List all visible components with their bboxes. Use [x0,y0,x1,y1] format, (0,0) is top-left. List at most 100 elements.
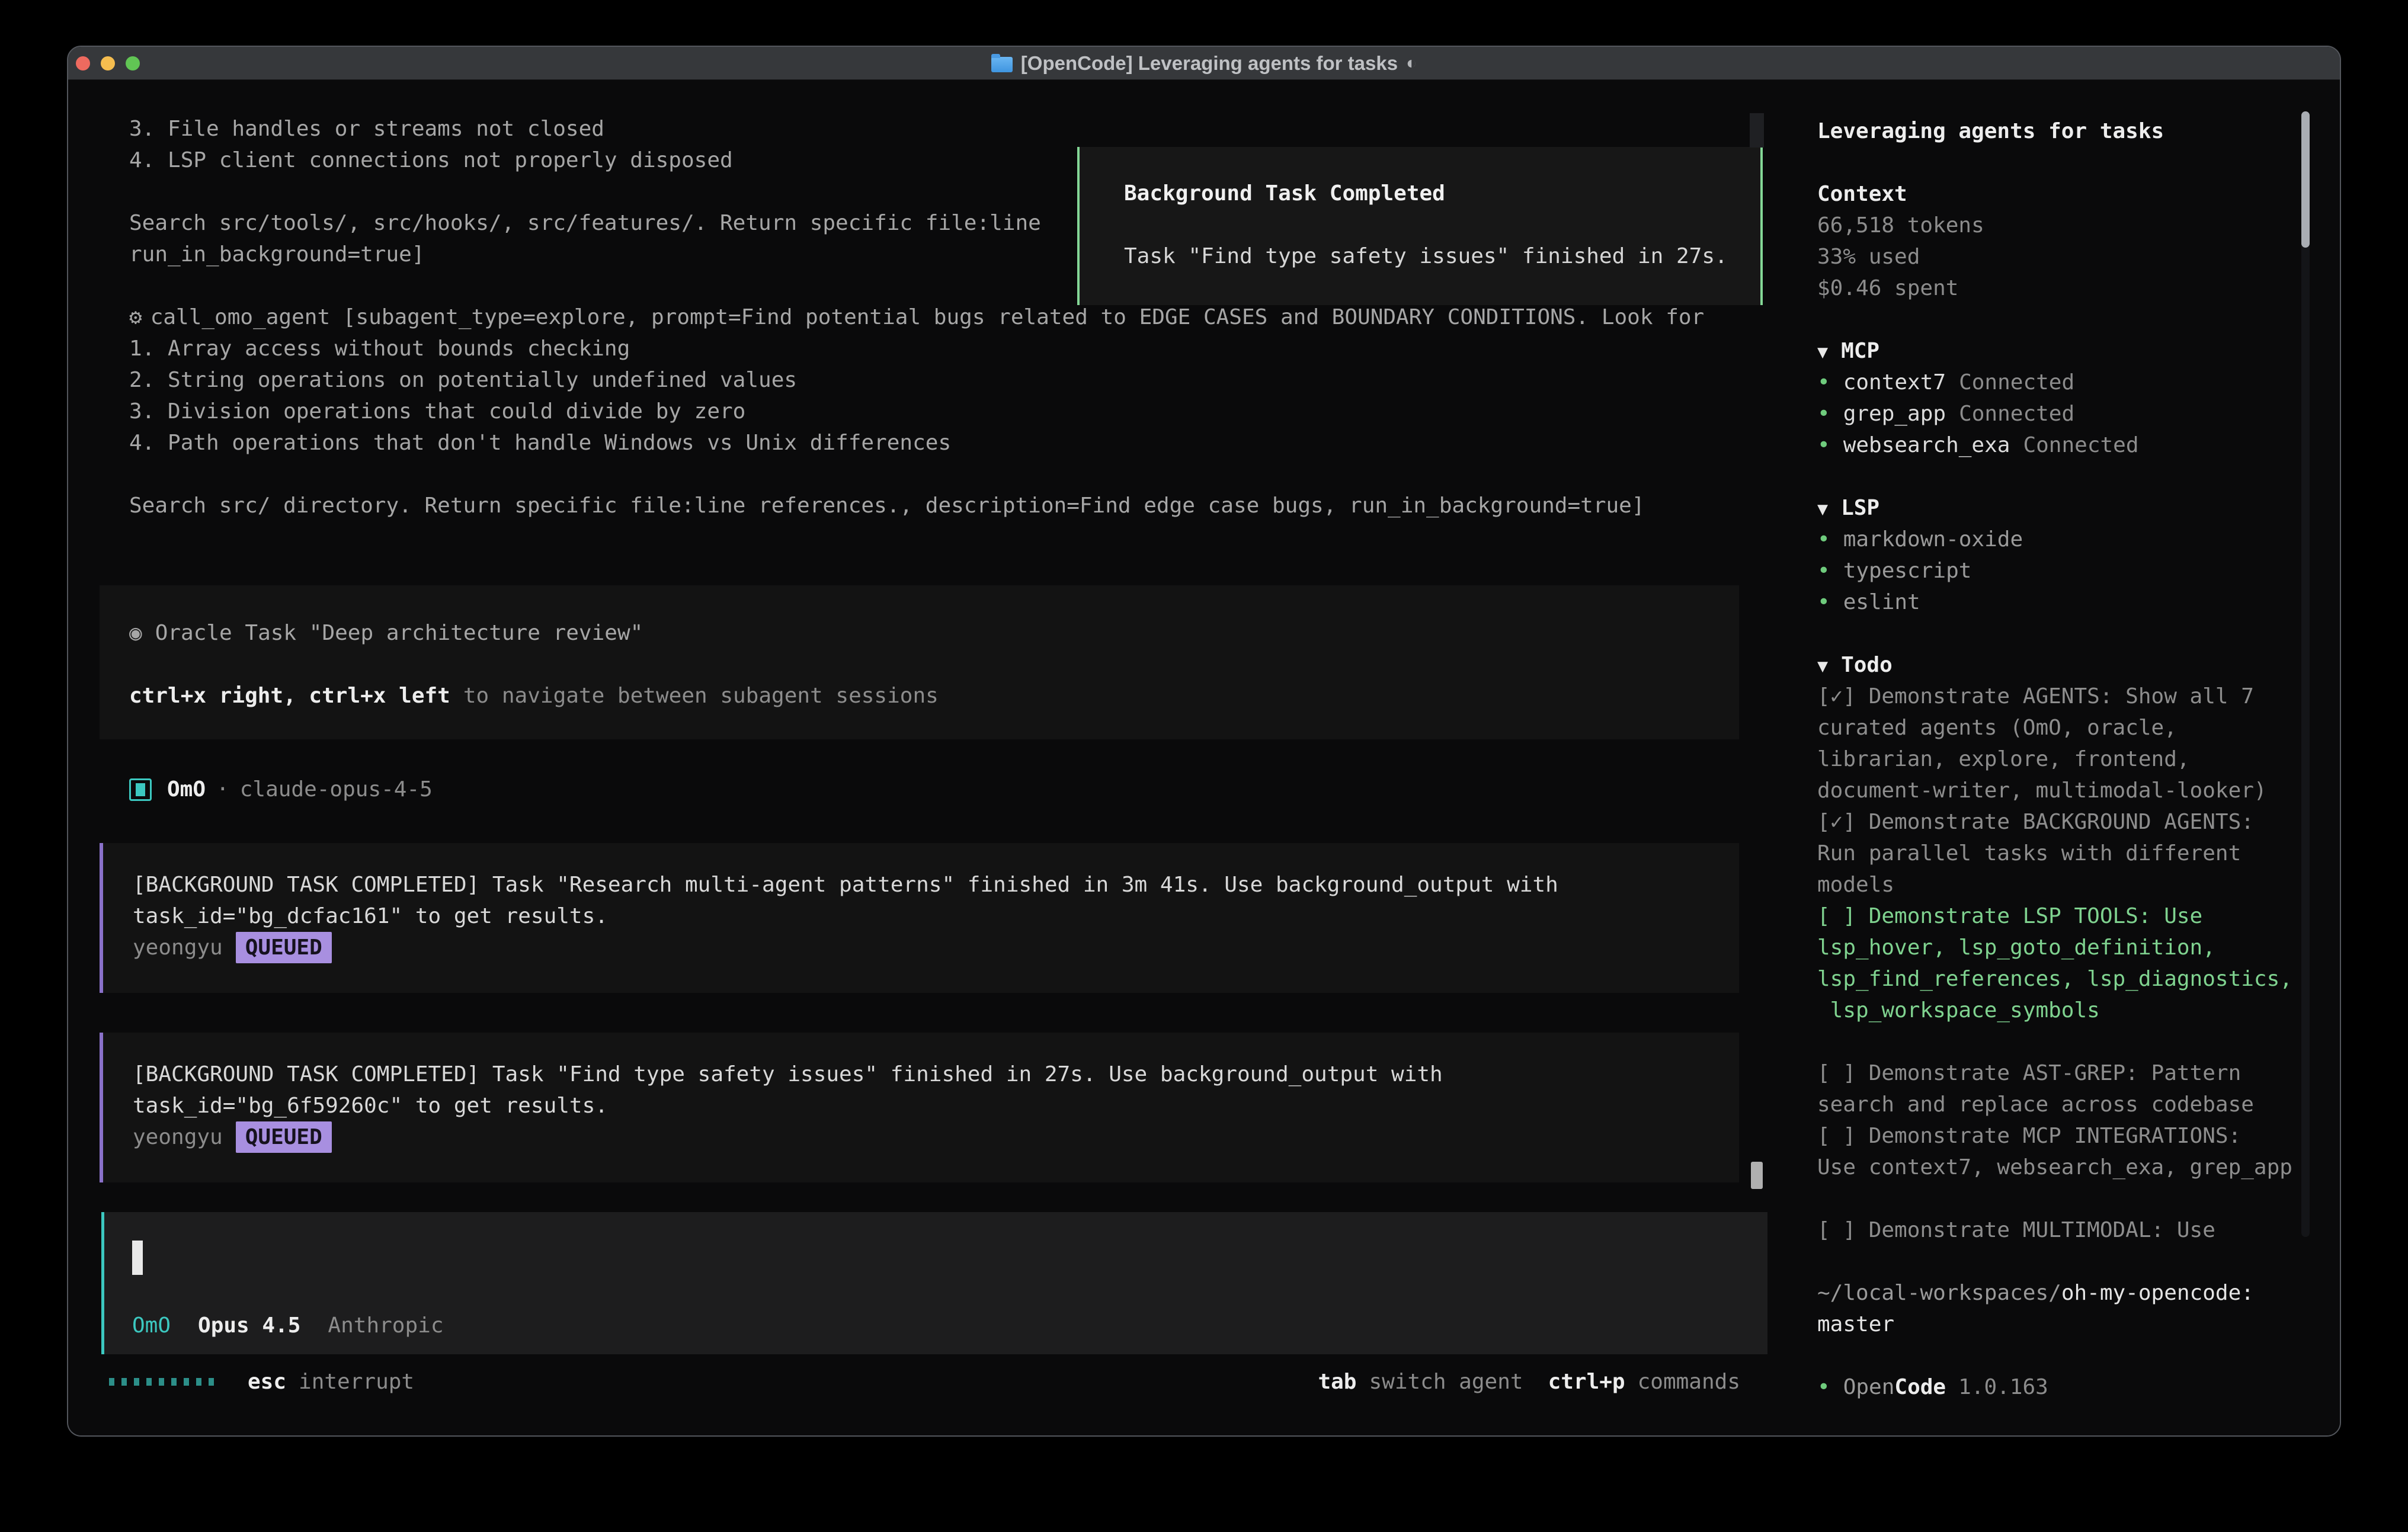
model-row: OmO Opus 4.5 Anthropic [132,1310,444,1341]
chat-scrollbar-mark[interactable] [1750,113,1764,148]
terminal-content: 3. File handles or streams not closed 4.… [68,81,2340,1435]
statusbar: esc interrupt tab switch agent ctrl+p co… [109,1366,1740,1398]
todo-line: [ ] Demonstrate AST-GREP: Pattern [1817,1057,2315,1089]
hint-keys: ctrl+x right, ctrl+x left [129,684,450,708]
status-dot-icon: • [1817,402,1830,426]
task-message-line: task_id="bg_dcfac161" to get results. [133,900,1739,932]
todo-line-active: [ ] Demonstrate LSP TOOLS: Use [1817,900,2315,932]
tab-key-label: switch agent [1369,1370,1523,1394]
sidebar-scrollbar-track[interactable] [2301,111,2310,1237]
chat-scrollbar-thumb[interactable] [1751,1162,1763,1189]
minimize-button[interactable] [101,56,115,70]
mcp-section-header[interactable]: ▼ MCP [1817,335,2315,367]
tab-key-hint: tab [1318,1370,1356,1394]
lsp-name: typescript [1843,559,1972,583]
mcp-item: • websearch_exa Connected [1817,430,2315,461]
version-number: 1.0.163 [1958,1375,2048,1399]
agent-header: OmO · claude-opus-4-5 [129,774,433,805]
close-button[interactable] [76,56,90,70]
todo-line: document-writer, multimodal-looker) [1817,775,2315,806]
hint-text: to navigate between subagent sessions [463,684,939,708]
ctrlp-key-label: commands [1638,1370,1740,1394]
session-title: Leveraging agents for tasks [1817,116,2315,147]
notification-toast: Background Task Completed Task "Find typ… [1077,147,1763,305]
todo-line: Run parallel tasks with different [1817,838,2315,869]
task-author: yeongyu [133,1125,223,1149]
collapse-icon: ▼ [1817,342,1828,363]
oracle-task-line: ◉ Oracle Task "Deep architecture review" [129,617,1739,649]
traffic-lights [76,47,140,80]
blank-line [129,649,1739,680]
esc-key-label: interrupt [299,1370,414,1394]
task-message-line: [BACKGROUND TASK COMPLETED] Task "Resear… [133,869,1739,900]
log-line: 3. Division operations that could divide… [129,396,1704,427]
todo-line: search and replace across codebase [1817,1089,2315,1120]
input-agent-name: OmO [132,1310,171,1341]
todo-line-active: lsp_hover, lsp_goto_definition, [1817,932,2315,963]
todo-header-label: Todo [1841,653,1893,677]
oracle-task-text: Oracle Task "Deep architecture review" [155,621,643,645]
context-tokens: 66,518 tokens [1817,210,2315,241]
text-cursor [132,1241,143,1275]
spinner-icon [109,1378,214,1386]
blank-line [1817,461,2315,492]
background-task-card: [BACKGROUND TASK COMPLETED] Task "Resear… [100,843,1739,993]
status-dot-icon: • [1817,433,1830,457]
sidebar-scrollbar-thumb[interactable] [2301,111,2310,248]
mcp-item: •context7Connected [1817,367,2315,398]
proxy-circle-icon: ◐ [1406,53,1417,73]
gear-icon: ⚙ [129,305,142,329]
toast-title: Background Task Completed [1124,178,1760,209]
maximize-button[interactable] [126,56,140,70]
radio-icon: ◉ [129,621,142,645]
mcp-header-label: MCP [1841,339,1879,363]
statusbar-right: tab switch agent ctrl+p commands [1318,1370,1740,1394]
folder-icon [991,57,1013,72]
mcp-status: Connected [1959,370,2074,395]
blank-line [1124,209,1760,241]
blank-line [1817,618,2315,649]
path-prefix: ~/local-workspaces/ [1817,1281,2061,1305]
agent-icon [129,778,152,801]
log-line: 4. Path operations that don't handle Win… [129,427,1704,459]
mcp-name: websearch_exa [1843,433,2010,457]
todo-line: [✓] Demonstrate AGENTS: Show all 7 [1817,681,2315,712]
todo-section-header[interactable]: ▼ Todo [1817,649,2315,681]
ctrlp-key-hint: ctrl+p [1548,1370,1625,1394]
log-line: Search src/ directory. Return specific f… [129,490,1704,521]
status-badge: QUEUED [236,932,332,963]
lsp-name: eslint [1843,590,1920,614]
blank-line [1817,147,2315,178]
prompt-input[interactable]: OmO Opus 4.5 Anthropic [101,1212,1767,1354]
mcp-status: Connected [2023,433,2138,457]
task-meta-line: yeongyu QUEUED [133,1121,1739,1153]
collapse-icon: ▼ [1817,499,1828,520]
window-title: [OpenCode] Leveraging agents for tasks ◐ [991,52,1417,75]
agent-model: claude-opus-4-5 [240,774,433,805]
collapse-icon: ▼ [1817,656,1828,677]
mcp-name: grep_app [1843,402,1946,426]
sidebar: Leveraging agents for tasks Context 66,5… [1817,116,2315,1403]
todo-line-active: lsp_workspace_symbols [1817,995,2315,1026]
task-message-line: [BACKGROUND TASK COMPLETED] Task "Find t… [133,1059,1739,1090]
context-spent: $0.46 spent [1817,273,2315,304]
lsp-item: •eslint [1817,586,2315,618]
brand-code: Code [1894,1375,1946,1399]
log-line: 3. File handles or streams not closed [129,113,1704,145]
mcp-status: Connected [1959,402,2074,426]
status-badge: QUEUED [236,1121,332,1153]
tool-call-text: call_omo_agent [subagent_type=explore, p… [150,305,1705,329]
log-line: 1. Array access without bounds checking [129,333,1704,364]
branch-name: master [1817,1309,2315,1340]
status-dot-icon: • [1817,559,1830,583]
lsp-section-header[interactable]: ▼LSP [1817,492,2315,524]
task-message-line: task_id="bg_6f59260c" to get results. [133,1090,1739,1121]
todo-line: [✓] Demonstrate BACKGROUND AGENTS: [1817,806,2315,838]
todo-line-active: lsp_find_references, lsp_diagnostics, [1817,963,2315,995]
tool-call-line: ⚙ call_omo_agent [subagent_type=explore, … [129,302,1704,333]
todo-line: [ ] Demonstrate MCP INTEGRATIONS: [1817,1120,2315,1152]
app-window: [OpenCode] Leveraging agents for tasks ◐… [67,46,2341,1437]
task-author: yeongyu [133,935,223,960]
todo-line: curated agents (OmO, oracle, [1817,712,2315,743]
lsp-name: markdown-oxide [1843,527,2023,552]
